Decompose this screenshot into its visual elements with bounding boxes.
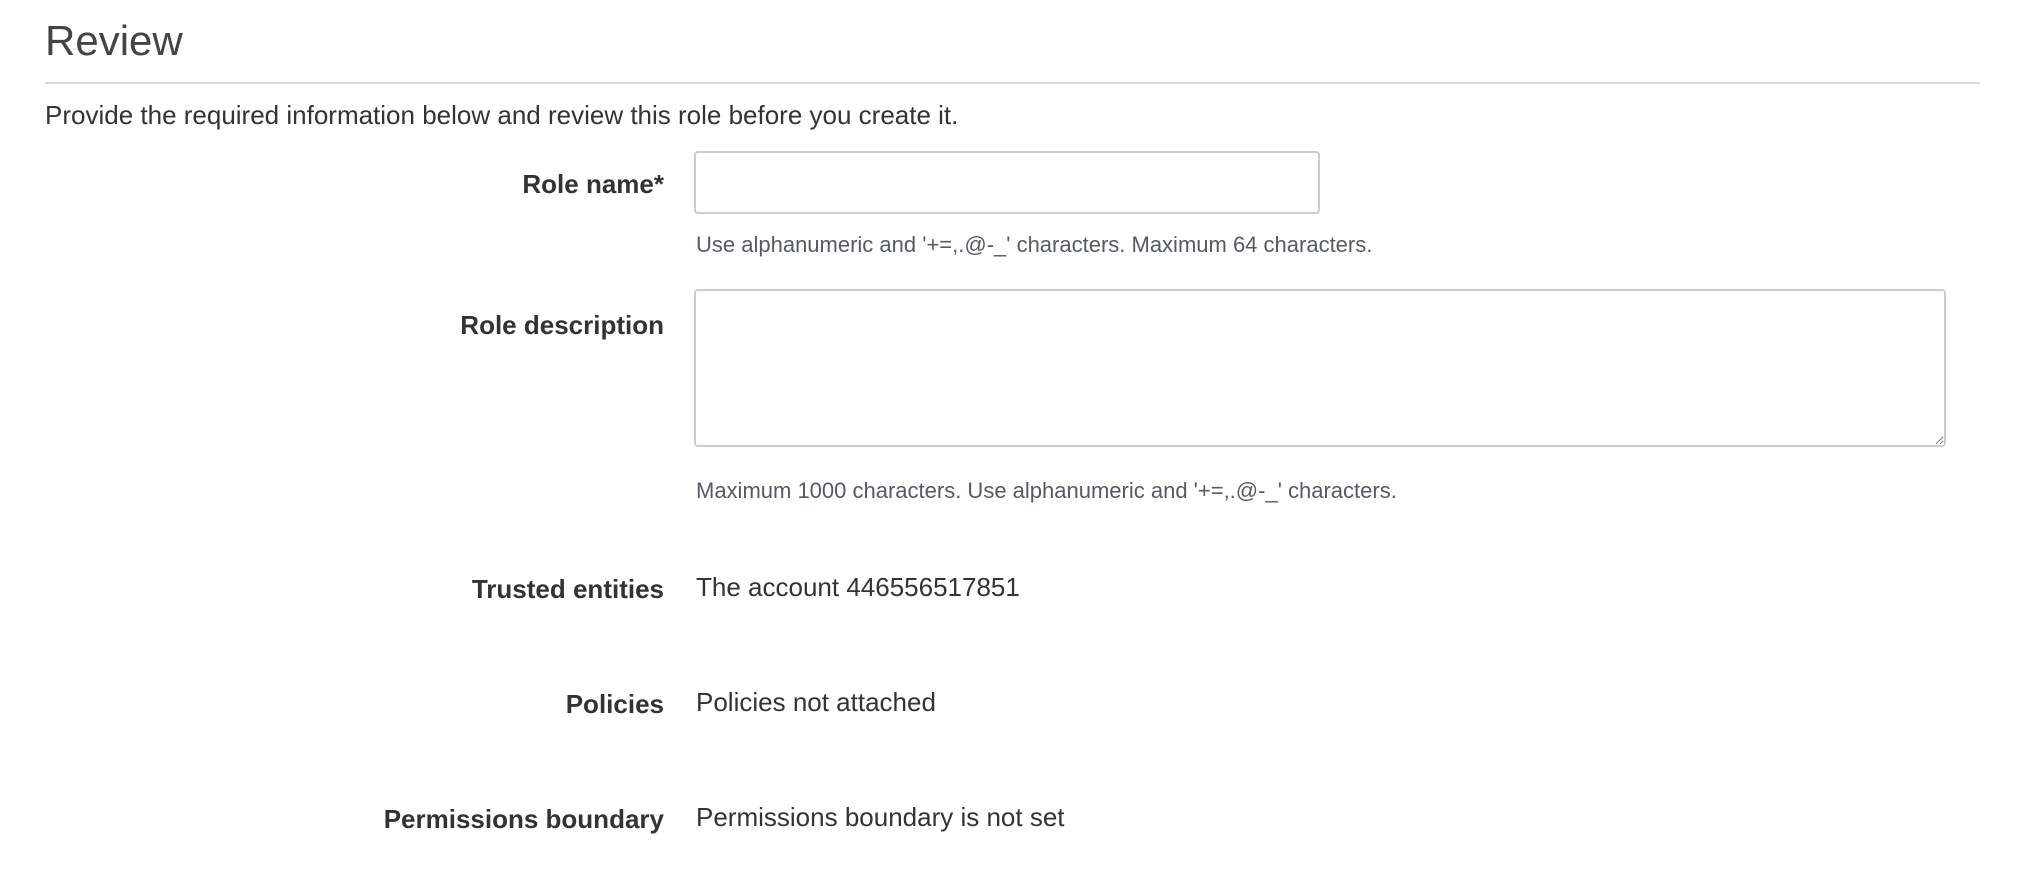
section-title: Review xyxy=(45,17,183,64)
policies-label: Policies xyxy=(565,689,664,719)
trusted-entities-value: The account 446556517851 xyxy=(696,572,1020,602)
role-name-label: Role name* xyxy=(522,169,664,199)
role-description-help: Maximum 1000 characters. Use alphanumeri… xyxy=(696,478,1397,503)
policies-value: Policies not attached xyxy=(696,687,936,717)
role-name-input[interactable] xyxy=(694,151,1320,214)
role-description-label: Role description xyxy=(460,310,664,340)
role-description-input[interactable] xyxy=(694,289,1946,447)
role-name-help: Use alphanumeric and '+=,.@-_' character… xyxy=(696,232,1373,257)
review-page: Review Provide the required information … xyxy=(0,0,2024,892)
permissions-boundary-value: Permissions boundary is not set xyxy=(696,802,1065,832)
section-intro: Provide the required information below a… xyxy=(45,100,959,130)
title-divider xyxy=(45,82,1980,84)
trusted-entities-label: Trusted entities xyxy=(471,574,664,604)
permissions-boundary-label: Permissions boundary xyxy=(383,804,664,834)
